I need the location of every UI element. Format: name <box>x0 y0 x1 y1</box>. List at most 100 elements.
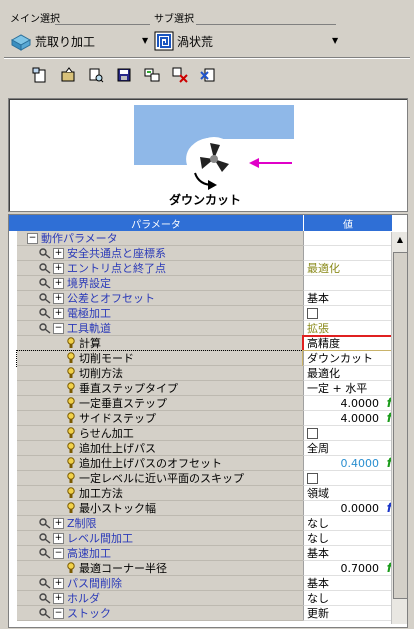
checkbox[interactable] <box>307 428 318 439</box>
expand-icon[interactable]: + <box>53 533 64 544</box>
expand-icon[interactable]: + <box>53 248 64 259</box>
grid-row[interactable]: − ストック 更新 <box>17 606 407 621</box>
copy-icon[interactable] <box>140 64 164 86</box>
grid-row[interactable]: 最小ストック幅 0.0000 f <box>17 501 407 516</box>
param-value-cell[interactable]: 全周 <box>303 441 395 456</box>
param-value-cell[interactable]: 基本 <box>303 291 395 306</box>
grid-row[interactable]: + 電極加工 <box>17 306 407 321</box>
expand-icon[interactable]: + <box>53 293 64 304</box>
checkbox[interactable] <box>307 473 318 484</box>
grid-row[interactable]: 切削方法 最適化 <box>17 366 407 381</box>
bulb-icon <box>67 427 75 439</box>
grid-row[interactable]: 一定レベルに近い平面のスキップ <box>17 471 407 486</box>
param-name-cell: 加工方法 <box>17 486 303 501</box>
param-value-cell[interactable] <box>303 276 395 291</box>
highlighted-value-cell[interactable]: 高精度 <box>302 335 396 352</box>
param-value-cell[interactable] <box>303 231 395 246</box>
grid-row[interactable]: 切削モード ダウンカット <box>16 350 407 367</box>
param-value-cell[interactable] <box>303 471 395 486</box>
open-icon[interactable] <box>56 64 80 86</box>
settings-icon[interactable] <box>168 64 192 86</box>
grid-row[interactable]: + パス間削除 基本 <box>17 576 407 591</box>
param-value-cell[interactable]: 0.4000 f <box>303 456 395 471</box>
grid-row[interactable]: − 高速加工 基本 <box>17 546 407 561</box>
expand-icon[interactable]: + <box>53 278 64 289</box>
param-value-cell[interactable]: なし <box>303 516 395 531</box>
grid-row[interactable]: 計算 高精度 <box>17 335 407 352</box>
grid-row[interactable]: + レベル間加工 なし <box>17 531 407 546</box>
param-value-cell[interactable]: 0.0000 f <box>303 501 395 516</box>
grid-row[interactable]: + 公差とオフセット 基本 <box>17 291 407 306</box>
param-value-cell[interactable] <box>303 426 395 441</box>
grid-row[interactable]: 加工方法 領域 <box>17 486 407 501</box>
expand-icon[interactable]: + <box>53 593 64 604</box>
grid-row[interactable]: + 安全共通点と座標系 <box>17 246 407 261</box>
param-label: 最適コーナー半径 <box>79 562 167 575</box>
expand-icon[interactable]: + <box>53 518 64 529</box>
param-label: 追加仕上げパスのオフセット <box>79 457 222 470</box>
spiral-icon <box>154 31 174 51</box>
grid-row[interactable]: + ホルダ なし <box>17 591 407 606</box>
param-name-cell: − ストック <box>17 606 303 621</box>
param-value-cell[interactable]: 最適化 <box>303 366 395 381</box>
param-value-cell[interactable]: 基本 <box>303 546 395 561</box>
main-select-combo[interactable]: 荒取り加工 ▼ <box>10 30 150 52</box>
grid-row[interactable]: 追加仕上げパス 全周 <box>17 441 407 456</box>
grid-row[interactable]: サイドステップ 4.0000 f <box>17 411 407 426</box>
param-column-header[interactable]: パラメータ <box>9 215 304 231</box>
param-name-cell: 垂直ステップタイプ <box>17 381 303 396</box>
grid-row[interactable]: 追加仕上げパスのオフセット 0.4000 f <box>17 456 407 471</box>
vertical-scrollbar[interactable]: ▲ <box>391 232 407 624</box>
bulb-icon <box>67 352 75 364</box>
param-value-cell[interactable]: なし <box>303 591 395 606</box>
grid-row[interactable]: 最適コーナー半径 0.7000 f <box>17 561 407 576</box>
grid-row[interactable]: 一定垂直ステップ 4.0000 f <box>17 396 407 411</box>
grid-header: パラメータ 値 <box>9 215 407 231</box>
param-name-cell: + パス間削除 <box>17 576 303 591</box>
param-value-cell[interactable]: ダウンカット <box>302 350 396 367</box>
param-value-cell[interactable]: 0.7000 f <box>303 561 395 576</box>
param-value-cell[interactable]: 領域 <box>303 486 395 501</box>
scroll-up-icon[interactable]: ▲ <box>392 232 407 248</box>
param-value-cell[interactable] <box>303 306 395 321</box>
calculate-icon[interactable] <box>196 64 220 86</box>
param-value-cell[interactable]: なし <box>303 531 395 546</box>
sub-select-combo[interactable]: 渦状荒 ▼ <box>154 30 344 52</box>
param-value-cell[interactable]: 一定 + 水平 <box>303 381 395 396</box>
param-label: 工具軌道 <box>67 322 111 335</box>
param-value-cell[interactable]: 拡張 <box>303 321 395 336</box>
collapse-icon[interactable]: − <box>53 323 64 334</box>
param-value-cell[interactable]: 4.0000 f <box>303 396 395 411</box>
grid-row[interactable]: + エントリ点と終了点 最適化 <box>17 261 407 276</box>
collapse-icon[interactable]: − <box>53 608 64 619</box>
save-icon[interactable] <box>112 64 136 86</box>
param-value: 領域 <box>307 487 329 500</box>
bulb-icon <box>67 412 75 424</box>
grid-row[interactable]: + 境界設定 <box>17 276 407 291</box>
param-value: 最適化 <box>307 262 340 275</box>
grid-row[interactable]: − 工具軌道 拡張 <box>17 321 407 336</box>
param-label: エントリ点と終了点 <box>67 262 166 275</box>
value-column-header[interactable]: 値 <box>304 215 393 231</box>
grid-row[interactable]: らせん加工 <box>17 426 407 441</box>
param-value-cell[interactable]: 最適化 <box>303 261 395 276</box>
collapse-icon[interactable]: − <box>27 233 38 244</box>
param-value-cell[interactable]: 更新 <box>303 606 395 621</box>
param-value-cell[interactable] <box>303 246 395 261</box>
grid-row[interactable]: − 動作パラメータ <box>17 231 407 246</box>
expand-icon[interactable]: + <box>53 578 64 589</box>
expand-icon[interactable]: + <box>53 308 64 319</box>
collapse-icon[interactable]: − <box>53 548 64 559</box>
scroll-thumb[interactable] <box>393 252 407 599</box>
param-value-cell[interactable]: 4.0000 f <box>303 411 395 426</box>
grid-row[interactable]: 垂直ステップタイプ 一定 + 水平 <box>17 381 407 396</box>
grid-row[interactable]: + Z制限 なし <box>17 516 407 531</box>
param-value-cell[interactable]: 基本 <box>303 576 395 591</box>
chevron-down-icon[interactable]: ▼ <box>142 36 148 45</box>
checkbox[interactable] <box>307 308 318 319</box>
new-icon[interactable] <box>28 64 52 86</box>
key-icon <box>39 517 51 529</box>
expand-icon[interactable]: + <box>53 263 64 274</box>
find-icon[interactable] <box>84 64 108 86</box>
chevron-down-icon[interactable]: ▼ <box>332 36 338 45</box>
